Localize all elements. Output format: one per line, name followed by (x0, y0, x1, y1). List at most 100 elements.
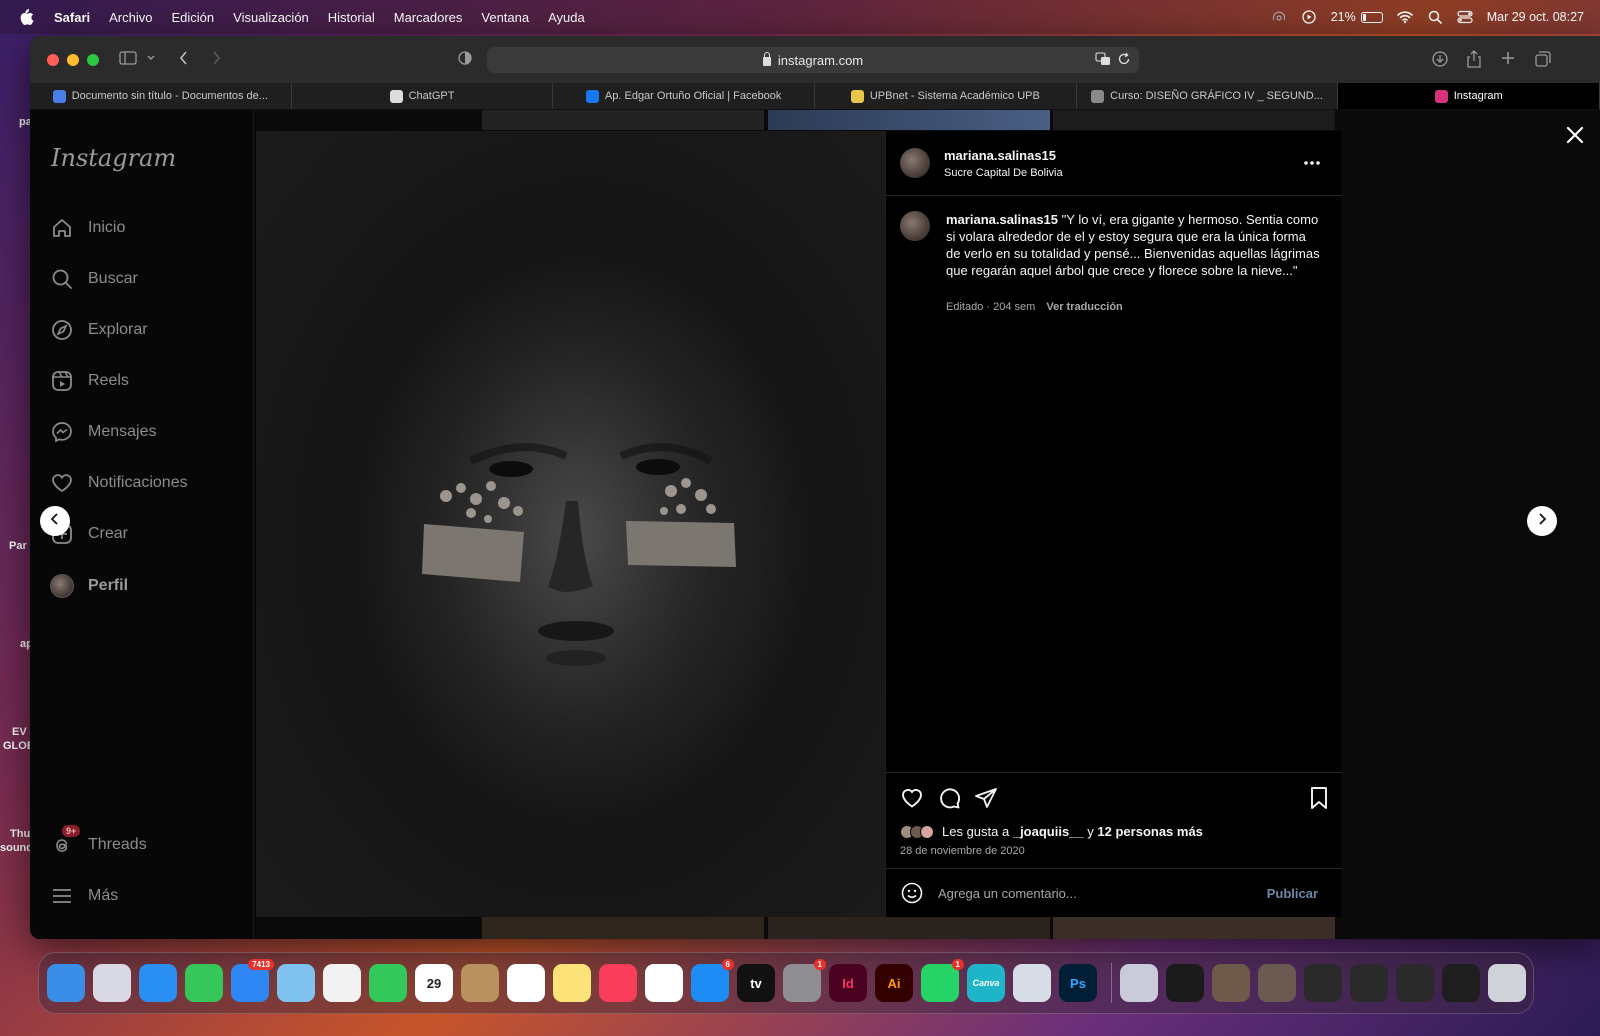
post-date[interactable]: 28 de noviembre de 2020 (900, 845, 1025, 857)
canva-icon[interactable]: Canva (967, 964, 1005, 1002)
caption-username[interactable]: mariana.salinas15 (946, 212, 1058, 227)
nav-reels[interactable]: Reels (50, 369, 129, 393)
menu-app-name[interactable]: Safari (54, 10, 90, 25)
nav-buscar[interactable]: Buscar (50, 267, 138, 291)
zoom-window-button[interactable] (87, 53, 99, 66)
safari-icon[interactable] (139, 964, 177, 1002)
post-location[interactable]: Sucre Capital De Bolivia (944, 167, 1063, 179)
recent-window-7-icon[interactable] (1396, 964, 1434, 1002)
nav-inicio[interactable]: Inicio (50, 216, 125, 240)
likes-user-link[interactable]: _joaquiis__ (1013, 824, 1084, 839)
menu-clock[interactable]: Mar 29 oct. 08:27 (1487, 10, 1584, 24)
browser-tab[interactable]: Ap. Edgar Ortuño Oficial | Facebook (553, 83, 816, 109)
settings-icon[interactable]: 1 (783, 959, 826, 1002)
trash-icon[interactable] (1488, 964, 1526, 1002)
recent-window-5-icon[interactable] (1304, 964, 1342, 1002)
recent-window-3-icon[interactable] (1212, 964, 1250, 1002)
menu-edicion[interactable]: Edición (172, 10, 215, 25)
launchpad-icon[interactable] (93, 964, 131, 1002)
maps-icon[interactable] (277, 964, 315, 1002)
control-center-icon[interactable] (1457, 10, 1473, 24)
menu-ayuda[interactable]: Ayuda (548, 10, 585, 25)
address-bar[interactable]: instagram.com (487, 47, 1139, 73)
finder-icon[interactable] (47, 964, 85, 1002)
recent-window-4-icon[interactable] (1258, 964, 1296, 1002)
music-icon[interactable] (599, 964, 637, 1002)
post-photo[interactable] (256, 131, 885, 917)
illustrator-icon[interactable]: Ai (875, 964, 913, 1002)
notes-icon[interactable] (553, 964, 591, 1002)
previous-post-button[interactable] (40, 506, 70, 536)
browser-tab[interactable]: UPBnet - Sistema Académico UPB (815, 83, 1077, 109)
wifi-icon[interactable] (1396, 10, 1413, 24)
browser-tab[interactable]: Instagram (1338, 83, 1600, 109)
new-tab-icon[interactable] (1500, 50, 1516, 71)
recent-window-8-icon[interactable] (1442, 964, 1480, 1002)
apple-menu-icon[interactable] (18, 8, 36, 26)
reload-icon[interactable] (1117, 52, 1131, 69)
messages-icon[interactable] (185, 964, 223, 1002)
next-post-button[interactable] (1527, 506, 1557, 536)
recent-window-2-icon[interactable] (1166, 964, 1204, 1002)
menu-ventana[interactable]: Ventana (481, 10, 529, 25)
indesign-icon[interactable]: Id (829, 964, 867, 1002)
save-bookmark-icon[interactable] (1308, 786, 1330, 815)
likes-others-link[interactable]: 12 personas más (1097, 824, 1203, 839)
author-avatar[interactable] (900, 148, 930, 178)
freeform-icon[interactable] (645, 964, 683, 1002)
whatsapp-icon[interactable]: 1 (921, 959, 964, 1002)
like-heart-icon[interactable] (900, 786, 924, 815)
translate-icon[interactable] (1095, 52, 1111, 69)
nav-notificaciones[interactable]: Notificaciones (50, 471, 188, 495)
privacy-shield-icon[interactable] (457, 50, 473, 71)
nav-mas[interactable]: Más (50, 884, 118, 908)
battery-status[interactable]: 21% (1331, 10, 1383, 24)
see-translation-link[interactable]: Ver traducción (1046, 301, 1122, 313)
browser-tab[interactable]: Documento sin título - Documentos de... (30, 83, 292, 109)
author-username[interactable]: mariana.salinas15 (944, 148, 1063, 163)
appletv-icon[interactable]: tv (737, 964, 775, 1002)
share-icon[interactable] (1466, 50, 1482, 73)
instagram-logo[interactable]: Instagram (51, 144, 176, 172)
close-icon[interactable] (1564, 124, 1586, 146)
more-options-icon[interactable] (1303, 153, 1321, 171)
photos-icon[interactable] (323, 964, 361, 1002)
spotlight-search-icon[interactable] (1427, 10, 1443, 24)
calendar-icon[interactable]: 29 (415, 964, 453, 1002)
reminders-icon[interactable] (507, 964, 545, 1002)
mail-icon[interactable]: 7413 (231, 959, 274, 1002)
browser-tab[interactable]: Curso: DISEÑO GRÁFICO IV _ SEGUND... (1077, 83, 1339, 109)
contacts-icon[interactable] (461, 964, 499, 1002)
now-playing-icon[interactable] (1301, 10, 1317, 24)
photoshop-icon[interactable]: Ps (1059, 964, 1097, 1002)
downloads-icon[interactable] (1431, 50, 1449, 73)
preview-icon[interactable] (1013, 964, 1051, 1002)
emoji-icon[interactable] (900, 881, 924, 905)
menu-marcadores[interactable]: Marcadores (394, 10, 463, 25)
browser-tab[interactable]: ChatGPT (292, 83, 554, 109)
comment-input[interactable]: Agrega un comentario... (938, 886, 1267, 901)
nav-threads[interactable]: 9+ Threads (50, 825, 147, 857)
menu-visualizacion[interactable]: Visualización (233, 10, 309, 25)
caption-avatar[interactable] (900, 211, 930, 241)
forward-icon[interactable] (210, 50, 222, 71)
recent-window-1-icon[interactable] (1120, 964, 1158, 1002)
nav-explorar[interactable]: Explorar (50, 318, 148, 342)
appstore-icon[interactable]: 6 (691, 959, 734, 1002)
minimize-window-button[interactable] (67, 53, 79, 66)
tab-overview-icon[interactable] (1534, 50, 1552, 73)
close-window-button[interactable] (47, 53, 59, 66)
share-paper-plane-icon[interactable] (974, 786, 998, 815)
menu-archivo[interactable]: Archivo (109, 10, 152, 25)
recent-window-6-icon[interactable] (1350, 964, 1388, 1002)
chevron-down-icon[interactable] (146, 50, 156, 71)
airdrop-status-icon[interactable] (1271, 10, 1287, 24)
publish-button[interactable]: Publicar (1267, 886, 1318, 901)
nav-perfil[interactable]: Perfil (50, 574, 128, 598)
facetime-icon[interactable] (369, 964, 407, 1002)
sidebar-toggle-icon[interactable] (119, 50, 137, 71)
menu-historial[interactable]: Historial (328, 10, 375, 25)
back-icon[interactable] (178, 50, 190, 71)
nav-mensajes[interactable]: Mensajes (50, 420, 156, 444)
comment-icon[interactable] (937, 786, 961, 815)
